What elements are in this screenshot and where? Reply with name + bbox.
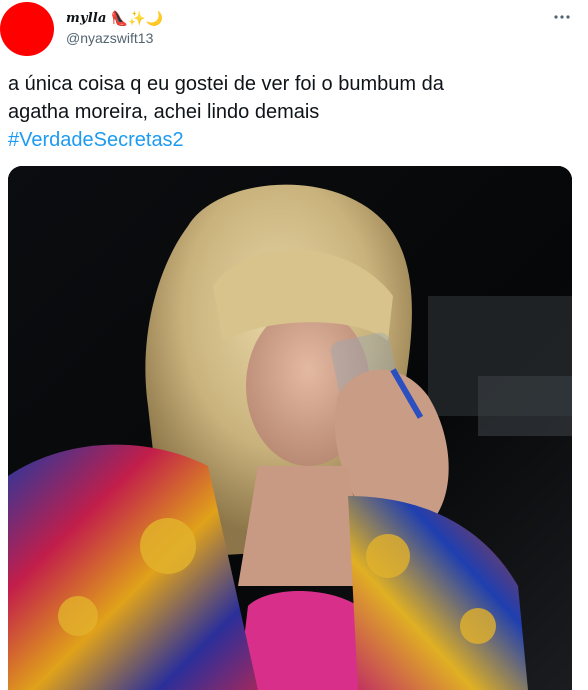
tweet-text-line-2: agatha moreira, achei lindo demais xyxy=(8,101,320,123)
name-emojis: 👠✨🌙 xyxy=(110,10,163,26)
tweet-card: mylla 👠✨🌙 @nyazswift13 a única coisa q e… xyxy=(0,0,588,690)
user-handle[interactable]: @nyazswift13 xyxy=(66,30,153,46)
more-horizontal-icon xyxy=(553,7,571,25)
avatar[interactable] xyxy=(0,2,54,56)
tweet-media-image[interactable] xyxy=(8,166,572,690)
user-name-row[interactable]: mylla 👠✨🌙 xyxy=(66,8,163,28)
media-illustration xyxy=(8,166,572,690)
tweet-text: a única coisa q eu gostei de ver foi o b… xyxy=(8,70,568,154)
hashtag-link[interactable]: #VerdadeSecretas2 xyxy=(8,129,184,151)
tweet-text-line-1: a única coisa q eu gostei de ver foi o b… xyxy=(8,73,444,95)
more-options-button[interactable] xyxy=(552,6,572,26)
display-name[interactable]: mylla xyxy=(66,11,107,26)
